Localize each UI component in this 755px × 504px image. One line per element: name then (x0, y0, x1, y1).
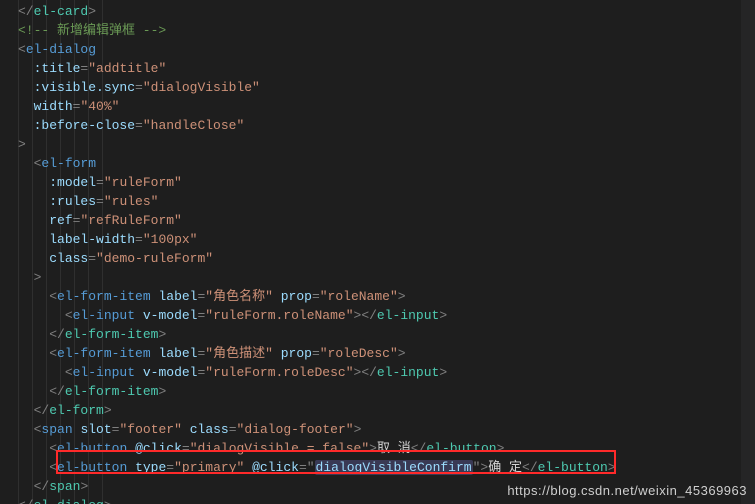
code-line[interactable]: <el-form (18, 154, 755, 173)
code-line[interactable]: <el-button @click="dialogVisible = false… (18, 439, 755, 458)
code-line[interactable]: <el-input v-model="ruleForm.roleDesc"></… (18, 363, 755, 382)
code-lines[interactable]: </el-card><!-- 新增编辑弹框 --><el-dialog :tit… (0, 0, 755, 504)
code-line[interactable]: label-width="100px" (18, 230, 755, 249)
code-line[interactable]: :visible.sync="dialogVisible" (18, 78, 755, 97)
code-line[interactable]: class="demo-ruleForm" (18, 249, 755, 268)
selected-text: dialogVisibleConfirm (315, 460, 473, 475)
code-line[interactable]: <span slot="footer" class="dialog-footer… (18, 420, 755, 439)
code-line[interactable]: ref="refRuleForm" (18, 211, 755, 230)
code-line[interactable]: </el-form> (18, 401, 755, 420)
code-line[interactable]: <!-- 新增编辑弹框 --> (18, 21, 755, 40)
minimap[interactable] (741, 0, 755, 504)
code-line[interactable]: width="40%" (18, 97, 755, 116)
code-line[interactable]: > (18, 135, 755, 154)
code-line[interactable]: </el-form-item> (18, 382, 755, 401)
code-line[interactable]: > (18, 268, 755, 287)
code-line[interactable]: :model="ruleForm" (18, 173, 755, 192)
code-line[interactable]: <el-button type="primary" @click="dialog… (18, 458, 755, 477)
watermark-text: https://blog.csdn.net/weixin_45369963 (507, 481, 747, 500)
code-line[interactable]: :title="addtitle" (18, 59, 755, 78)
code-line[interactable]: </el-form-item> (18, 325, 755, 344)
code-line[interactable]: </el-card> (18, 2, 755, 21)
code-line[interactable]: :before-close="handleClose" (18, 116, 755, 135)
code-line[interactable]: :rules="rules" (18, 192, 755, 211)
code-line[interactable]: <el-form-item label="角色描述" prop="roleDes… (18, 344, 755, 363)
code-line[interactable]: <el-form-item label="角色名称" prop="roleNam… (18, 287, 755, 306)
code-editor[interactable]: </el-card><!-- 新增编辑弹框 --><el-dialog :tit… (0, 0, 755, 504)
code-line[interactable]: <el-dialog (18, 40, 755, 59)
code-line[interactable]: <el-input v-model="ruleForm.roleName"></… (18, 306, 755, 325)
